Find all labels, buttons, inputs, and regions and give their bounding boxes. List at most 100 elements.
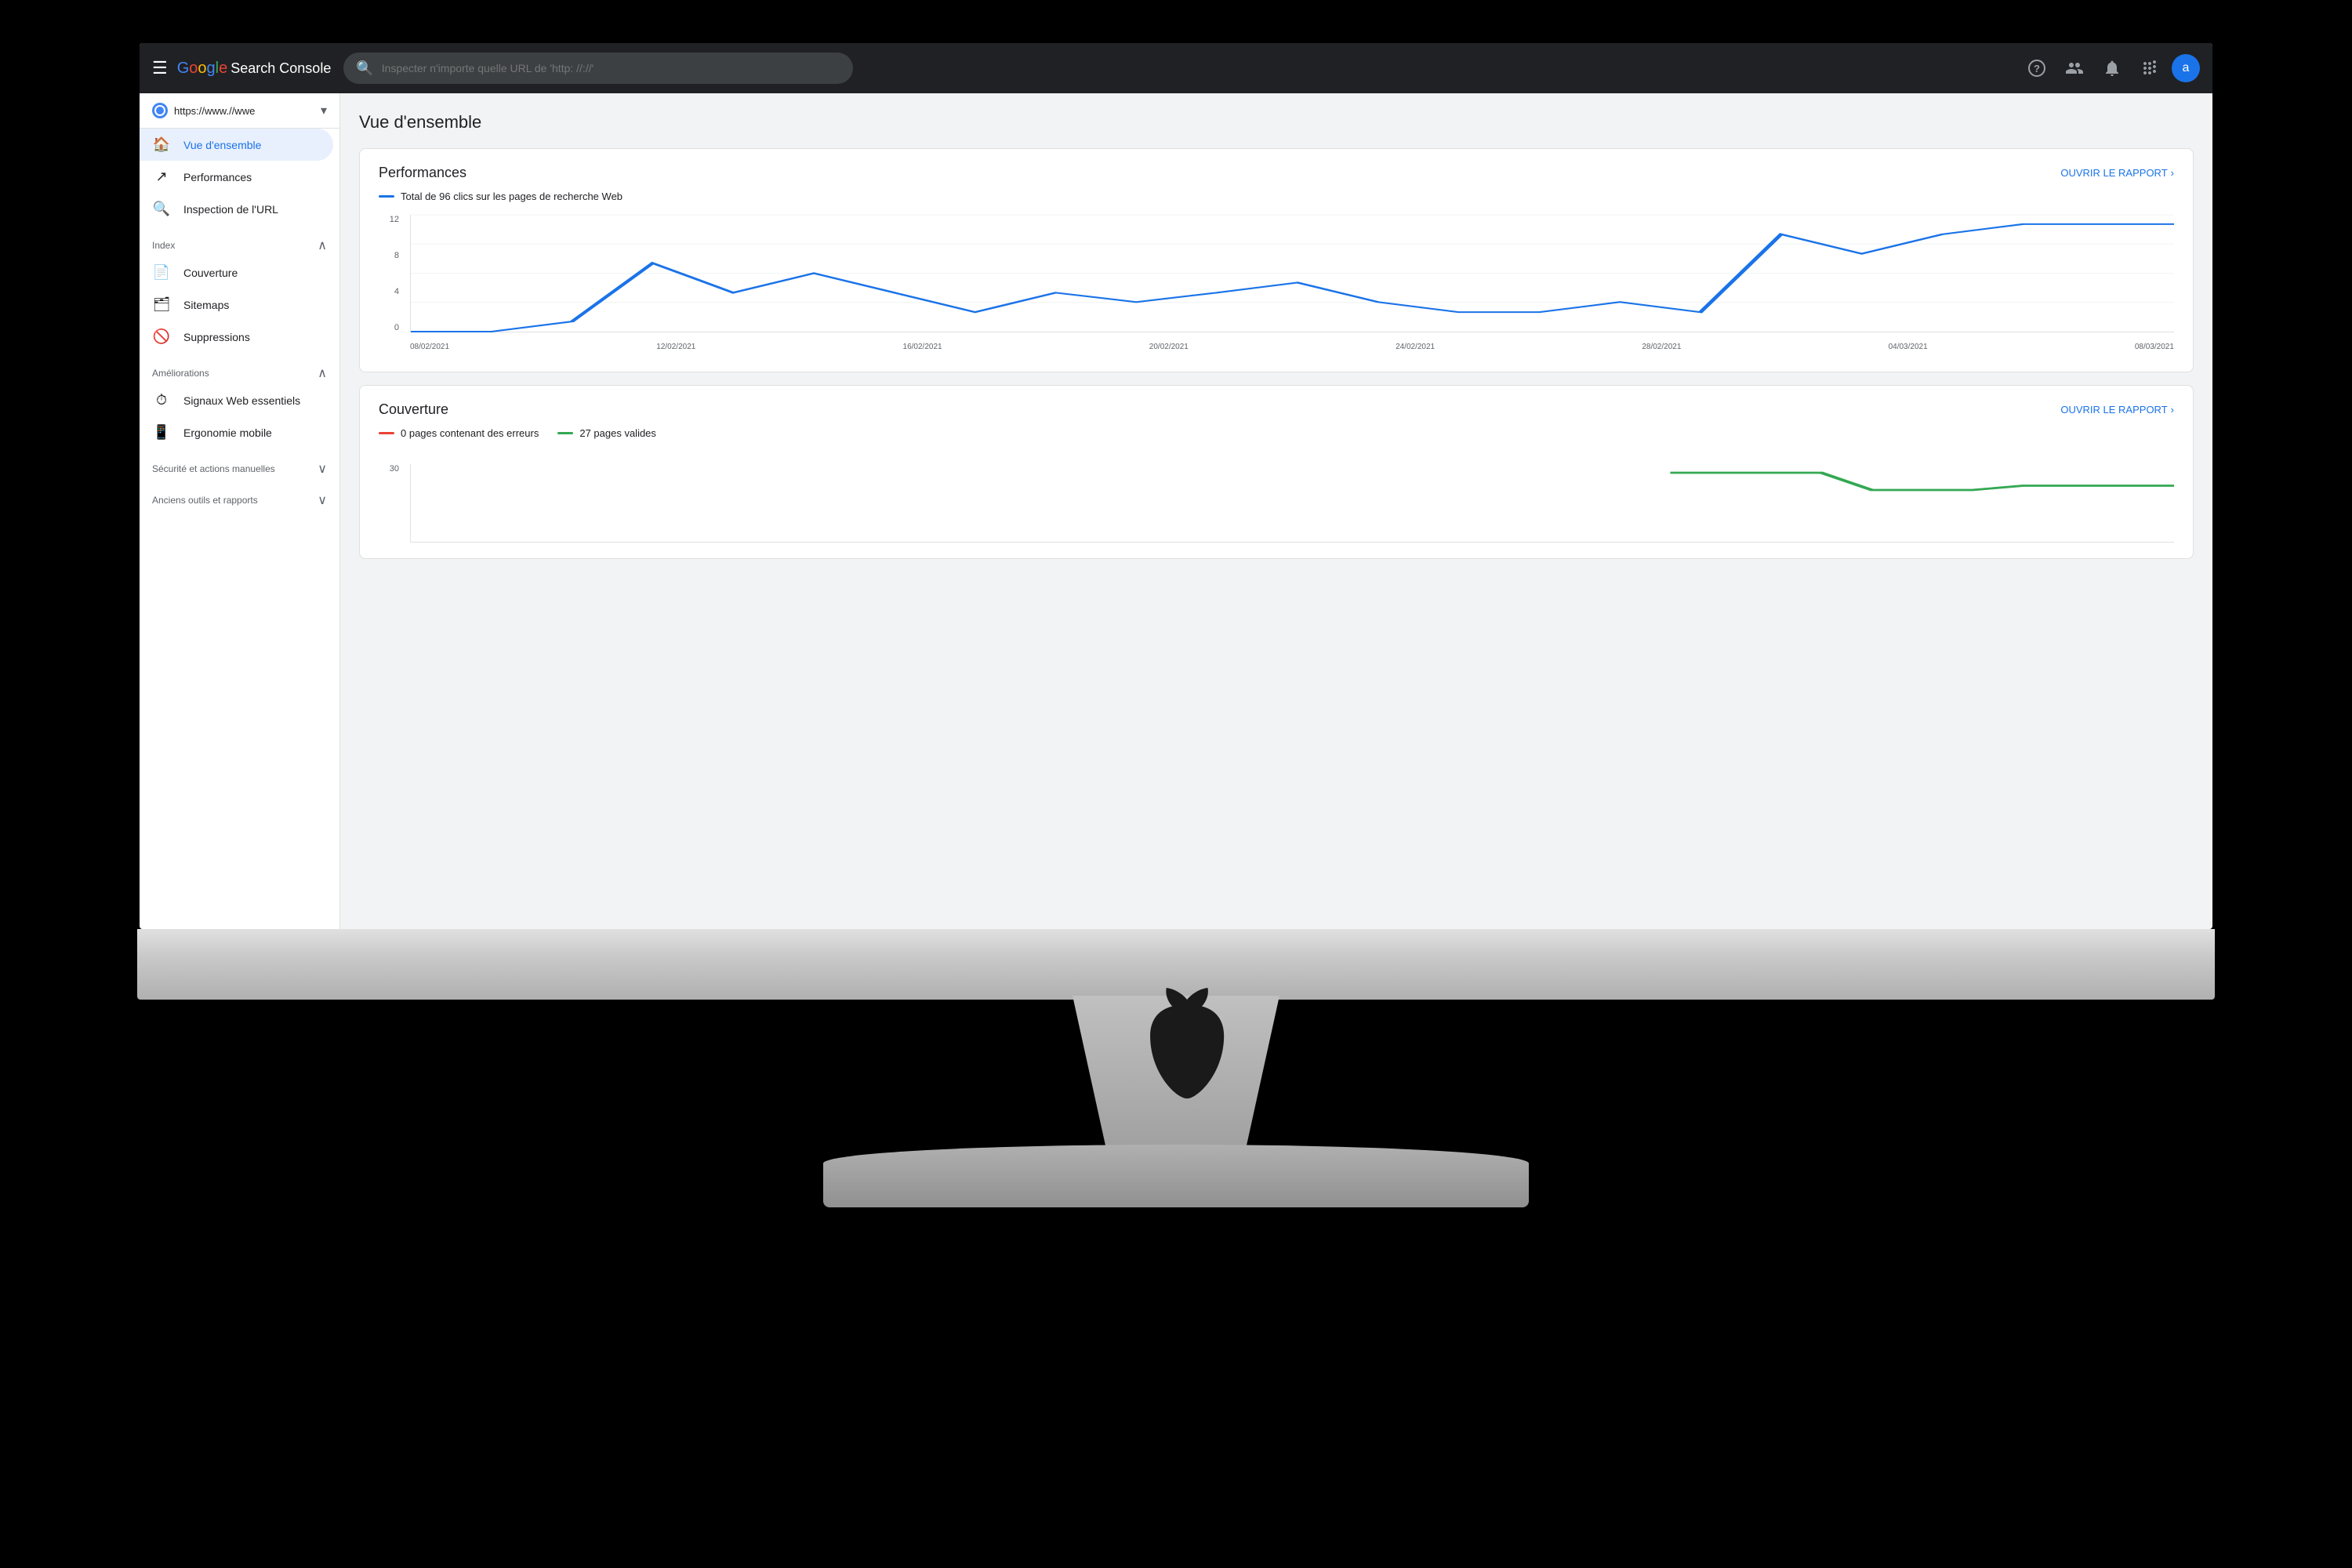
x-label-2: 16/02/2021 [903,343,942,351]
sidebar-item-vue-ensemble[interactable]: 🏠 Vue d'ensemble [140,129,333,161]
sidebar-item-label-ergonomie-mobile: Ergonomie mobile [183,426,272,439]
sidebar-item-label-sitemaps: Sitemaps [183,299,229,311]
apple-logo [1090,964,1262,1137]
sidebar-item-label-suppressions: Suppressions [183,331,250,343]
couverture-report-link[interactable]: OUVRIR LE RAPPORT › [2060,404,2174,416]
performances-report-link-chevron: › [2171,167,2174,179]
x-label-6: 04/03/2021 [1889,343,1928,351]
performances-report-link[interactable]: OUVRIR LE RAPPORT › [2060,167,2174,179]
svg-text:?: ? [2034,63,2040,74]
inspection-icon: 🔍 [152,201,171,217]
sidebar: https://www.//wwe ▾ 🏠 Vue d'ensemble ↗ P… [140,93,340,929]
performances-card: Performances OUVRIR LE RAPPORT › Total d… [359,148,2194,372]
performances-card-title: Performances [379,165,466,181]
app-logo: Google Search Console [177,60,332,78]
y-label-4: 4 [394,287,399,296]
securite-chevron-icon: ∨ [318,461,327,477]
google-logo-text: Google [177,60,228,78]
ameliorations-chevron-icon: ∧ [318,365,327,381]
couverture-errors-legend-text: 0 pages contenant des erreurs [401,427,539,439]
ameliorations-section-label: Améliorations [152,368,209,379]
user-avatar[interactable]: a [2172,54,2200,82]
sidebar-item-ergonomie-mobile[interactable]: 📱 Ergonomie mobile [140,416,333,448]
couverture-valid-legend-line [557,432,573,434]
page-title: Vue d'ensemble [359,112,2194,132]
y-label-0: 0 [394,323,399,332]
performances-legend-line [379,195,394,198]
property-chevron-icon: ▾ [321,103,327,118]
performances-icon: ↗ [152,169,171,185]
chart-drawing-area [410,215,2174,332]
couverture-icon: 📄 [152,264,171,281]
performances-line-chart [411,215,2174,332]
couverture-report-link-chevron: › [2171,404,2174,416]
y-label-8: 8 [394,251,399,260]
index-section-header[interactable]: Index ∧ [140,225,339,256]
sidebar-item-label-inspection-url: Inspection de l'URL [183,203,278,216]
securite-section-label: Sécurité et actions manuelles [152,463,275,474]
topbar-right: ? a [2021,53,2200,84]
chart-y-labels: 12 8 4 0 [379,215,402,332]
performances-report-link-label: OUVRIR LE RAPPORT [2060,167,2167,179]
couverture-line-chart [411,464,2174,542]
anciens-outils-chevron-icon: ∨ [318,492,327,508]
sidebar-item-suppressions[interactable]: 🚫 Suppressions [140,321,333,353]
couverture-card-header: Couverture OUVRIR LE RAPPORT › [379,401,2174,418]
suppressions-icon: 🚫 [152,328,171,345]
help-icon-button[interactable]: ? [2021,53,2053,84]
couverture-legend-row: 0 pages contenant des erreurs 27 pages v… [379,427,2174,452]
sidebar-item-performances[interactable]: ↗ Performances [140,161,333,193]
sitemaps-icon: 🗂 [152,296,171,313]
search-console-label: Search Console [230,60,331,77]
topbar: ☰ Google Search Console 🔍 ? [140,43,2212,93]
couverture-errors-legend-line [379,432,394,434]
search-bar[interactable]: 🔍 [343,53,853,84]
anciens-outils-section-label: Anciens outils et rapports [152,495,258,506]
ameliorations-section-header[interactable]: Améliorations ∧ [140,353,339,384]
x-label-1: 12/02/2021 [656,343,695,351]
couverture-y-label-30: 30 [390,464,399,474]
property-url: https://www.//wwe [174,105,314,117]
couverture-chart: 30 [379,464,2174,543]
performances-card-header: Performances OUVRIR LE RAPPORT › [379,165,2174,181]
hamburger-menu-icon[interactable]: ☰ [152,58,168,78]
performances-chart: 12 8 4 0 [379,215,2174,356]
performances-legend-text: Total de 96 clics sur les pages de reche… [401,191,622,202]
securite-section-header[interactable]: Sécurité et actions manuelles ∨ [140,448,339,480]
property-selector[interactable]: https://www.//wwe ▾ [140,93,339,129]
couverture-legend-errors: 0 pages contenant des erreurs [379,427,539,439]
index-section-label: Index [152,240,175,251]
performances-legend: Total de 96 clics sur les pages de reche… [379,191,2174,202]
property-circle [154,105,165,116]
couverture-y-labels: 30 [379,464,402,519]
sidebar-item-label-vue-ensemble: Vue d'ensemble [183,139,261,151]
monitor-stand-base [823,1145,1529,1207]
sidebar-item-label-performances: Performances [183,171,252,183]
search-input[interactable] [382,62,841,74]
couverture-legend-valid: 27 pages valides [557,427,656,439]
sidebar-item-label-couverture: Couverture [183,267,238,279]
sidebar-item-sitemaps[interactable]: 🗂 Sitemaps [140,289,333,321]
sidebar-item-signaux-web[interactable]: ⏱ Signaux Web essentiels [140,384,333,416]
couverture-card: Couverture OUVRIR LE RAPPORT › 0 pages c… [359,385,2194,559]
couverture-chart-area [410,464,2174,543]
anciens-outils-section-header[interactable]: Anciens outils et rapports ∨ [140,480,339,511]
main-content: Vue d'ensemble Performances OUVRIR LE RA… [340,93,2212,929]
ergonomie-mobile-icon: 📱 [152,424,171,441]
monitor-screen: ☰ Google Search Console 🔍 ? [140,43,2212,929]
sidebar-item-couverture[interactable]: 📄 Couverture [140,256,333,289]
sidebar-item-label-signaux-web: Signaux Web essentiels [183,394,300,407]
chart-x-labels: 08/02/2021 12/02/2021 16/02/2021 20/02/2… [410,337,2174,356]
property-icon [152,103,168,118]
x-label-0: 08/02/2021 [410,343,449,351]
couverture-report-link-label: OUVRIR LE RAPPORT [2060,404,2167,416]
sidebar-item-inspection-url[interactable]: 🔍 Inspection de l'URL [140,193,333,225]
x-label-5: 28/02/2021 [1642,343,1681,351]
apps-grid-icon[interactable] [2134,53,2165,84]
y-label-12: 12 [390,215,399,224]
notifications-icon[interactable] [2096,53,2128,84]
couverture-valid-legend-text: 27 pages valides [579,427,656,439]
user-accounts-icon[interactable] [2059,53,2090,84]
couverture-card-title: Couverture [379,401,448,418]
signaux-web-icon: ⏱ [152,392,171,408]
